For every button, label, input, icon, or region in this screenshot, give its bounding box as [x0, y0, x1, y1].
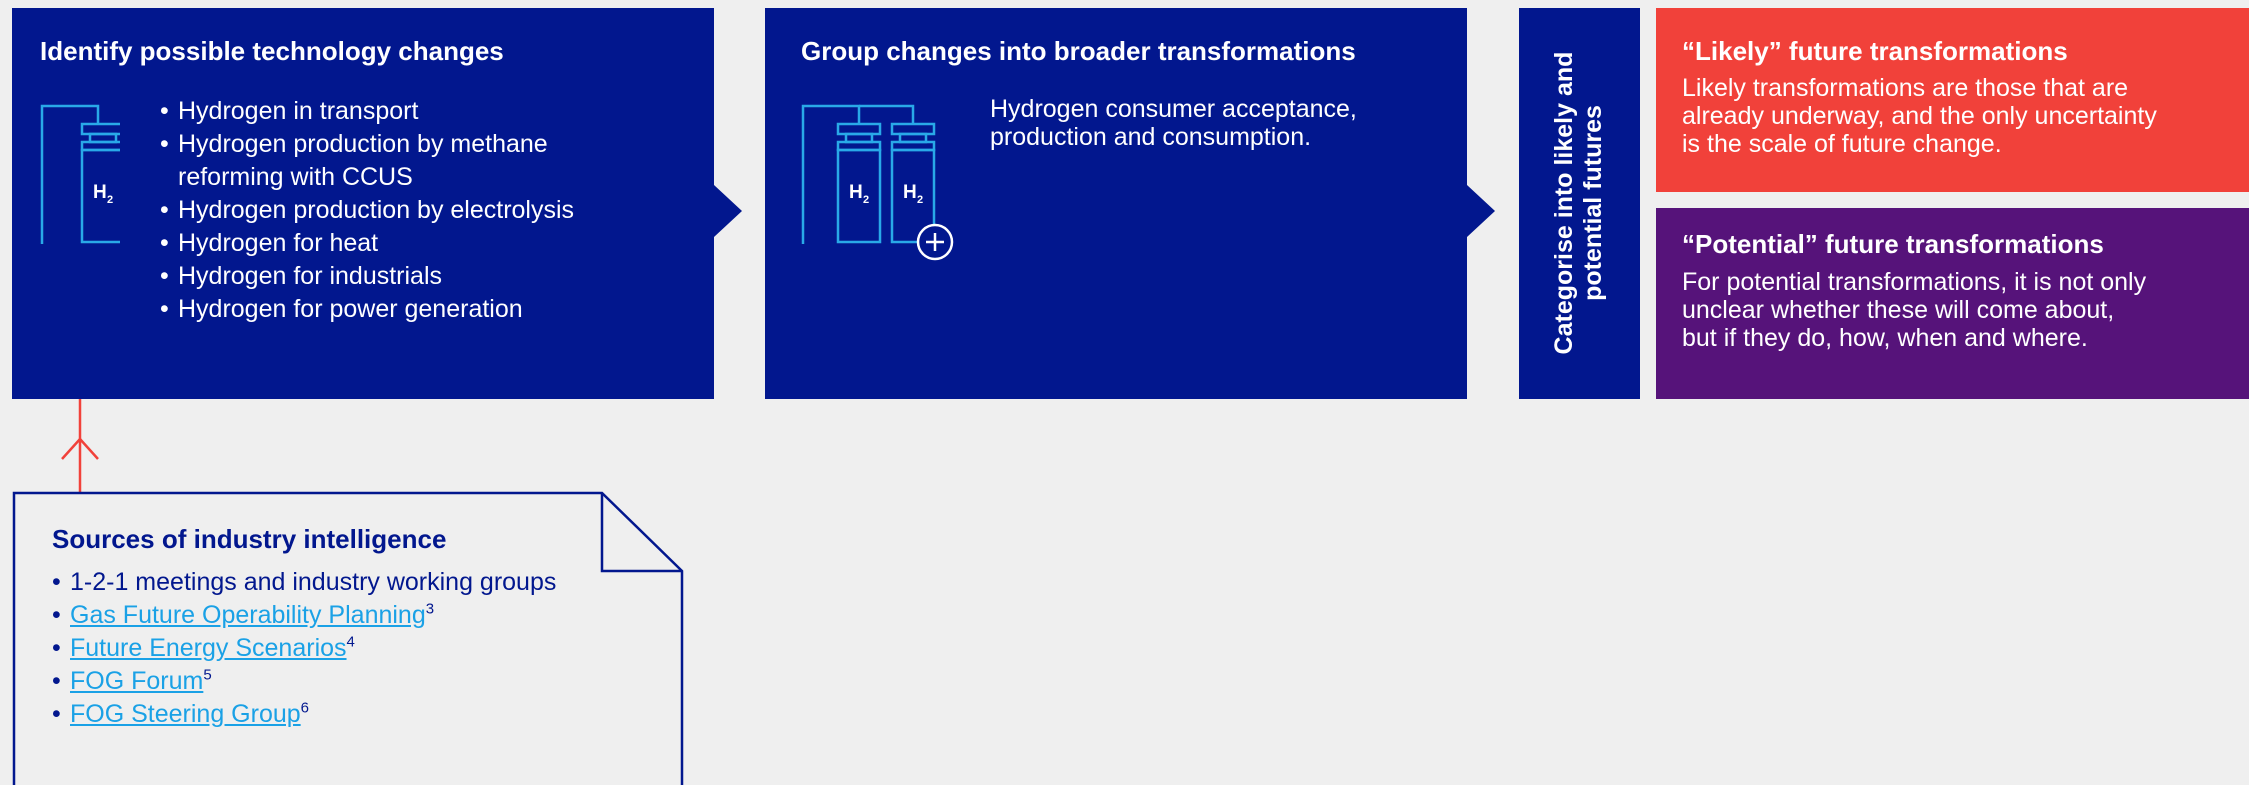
hydrogen-cylinder-icon: H 2	[40, 104, 120, 244]
transformation-description-line: production and consumption.	[990, 123, 1312, 151]
h2-label: H	[93, 182, 107, 203]
step-group-changes: Group changes into broader transformatio…	[765, 8, 1467, 399]
potential-description-line: unclear whether these will come about,	[1682, 296, 2115, 324]
footnote-ref: 5	[203, 666, 212, 684]
potential-description-line: For potential transformations, it is not…	[1682, 268, 2147, 296]
sources-title: Sources of industry intelligence	[52, 524, 447, 554]
h2-label: H	[903, 182, 917, 203]
potential-description-line: but if they do, how, when and where.	[1682, 324, 2088, 352]
hydrogen-cylinders-add-icon: H 2 H 2	[801, 104, 954, 261]
list-item: Hydrogen for power generation	[160, 293, 700, 326]
list-item: Hydrogen production by electrolysis	[160, 194, 700, 227]
step-identify-title: Identify possible technology changes	[40, 36, 504, 66]
likely-description-line: Likely transformations are those that ar…	[1682, 74, 2129, 102]
h2-subscript: 2	[107, 194, 113, 206]
step-identify-changes: Identify possible technology changes H 2…	[12, 8, 714, 399]
h2-label: H	[849, 182, 863, 203]
source-link-future-energy-scenarios[interactable]: Future Energy Scenarios	[70, 634, 347, 662]
list-item: 1-2-1 meetings and industry working grou…	[52, 566, 652, 599]
source-link-fog-forum[interactable]: FOG Forum	[70, 667, 203, 695]
list-item: FOG Steering Group6	[52, 698, 652, 731]
arrow-right-icon	[1467, 185, 1495, 237]
footnote-ref: 4	[346, 633, 355, 651]
source-link-gas-future-operability-planning[interactable]: Gas Future Operability Planning	[70, 601, 426, 629]
list-item: Hydrogen for heat	[160, 227, 700, 260]
step-categorise-label-line: Categorise into likely and	[1550, 51, 1578, 355]
sources-panel: Sources of industry intelligence 1-2-1 m…	[52, 524, 652, 731]
list-item: Hydrogen for industrials	[160, 260, 700, 293]
step-categorise-label-line: potential futures	[1579, 105, 1607, 301]
list-item: Hydrogen in transport	[160, 95, 700, 128]
source-text: 1-2-1 meetings and industry working grou…	[70, 568, 557, 596]
potential-title: “Potential” future transformations	[1682, 229, 2104, 259]
likely-description-line: already underway, and the only uncertain…	[1682, 102, 2157, 130]
transformation-description: Hydrogen consumer acceptance, production…	[990, 95, 1357, 151]
potential-description: For potential transformations, it is not…	[1682, 268, 2146, 352]
list-item: Gas Future Operability Planning3	[52, 599, 652, 632]
h2-subscript: 2	[863, 194, 869, 206]
footnote-ref: 3	[425, 600, 435, 618]
step-categorise-label: Categorise into likely and potential fut…	[1550, 13, 1608, 393]
arrow-right-icon	[714, 185, 742, 237]
list-item: Hydrogen production by methane reforming …	[160, 128, 700, 194]
sources-list: 1-2-1 meetings and industry working grou…	[52, 566, 652, 731]
likely-title: “Likely” future transformations	[1682, 36, 2068, 66]
likely-description-line: is the scale of future change.	[1682, 130, 2002, 158]
list-item: Future Energy Scenarios4	[52, 632, 652, 665]
footnote-ref: 6	[300, 699, 309, 717]
h2-subscript: 2	[917, 194, 923, 206]
technology-change-list: Hydrogen in transport Hydrogen productio…	[160, 95, 700, 326]
list-item-line: Hydrogen production by methane	[178, 130, 548, 158]
list-item: FOG Forum5	[52, 665, 652, 698]
step-categorise: Categorise into likely and potential fut…	[1519, 8, 1640, 399]
likely-description: Likely transformations are those that ar…	[1682, 74, 2157, 158]
transformation-description-line: Hydrogen consumer acceptance,	[990, 95, 1357, 123]
list-item-line: reforming with CCUS	[178, 163, 413, 191]
step-group-title: Group changes into broader transformatio…	[801, 36, 1356, 66]
arrow-up-icon	[61, 399, 99, 494]
potential-transformations-card: “Potential” future transformations For p…	[1656, 208, 2249, 399]
likely-transformations-card: “Likely” future transformations Likely t…	[1656, 8, 2249, 192]
source-link-fog-steering-group[interactable]: FOG Steering Group	[70, 700, 301, 728]
